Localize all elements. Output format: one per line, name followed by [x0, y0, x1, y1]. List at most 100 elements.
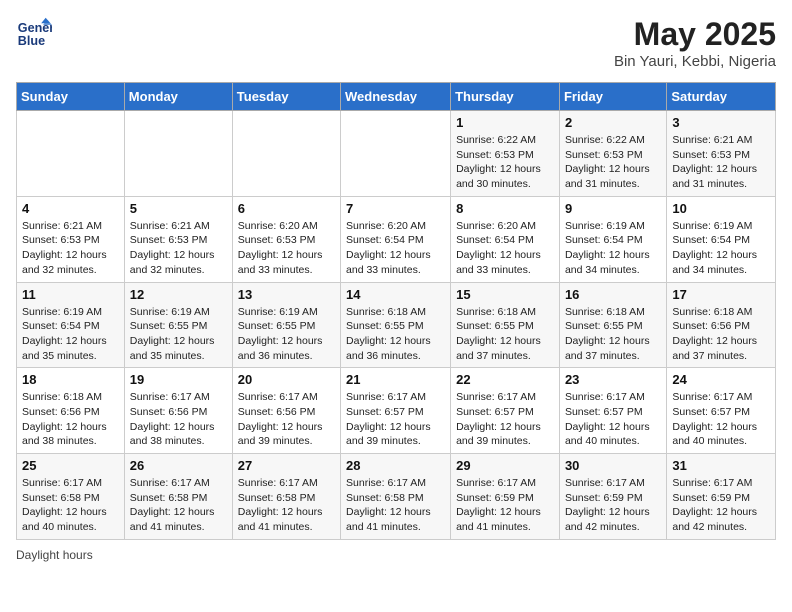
- day-cell: 2Sunrise: 6:22 AM Sunset: 6:53 PM Daylig…: [559, 111, 666, 197]
- day-number: 17: [672, 287, 770, 302]
- day-number: 16: [565, 287, 661, 302]
- col-header-friday: Friday: [559, 83, 666, 111]
- day-cell: 17 Sunrise: 6:18 AM Sunset: 6:56 PM Dayli…: [667, 282, 776, 368]
- day-cell: 27 Sunrise: 6:17 AM Sunset: 6:58 PM Dayli…: [232, 454, 340, 540]
- day-cell: 13 Sunrise: 6:19 AM Sunset: 6:55 PM Dayli…: [232, 282, 340, 368]
- day-cell: 15 Sunrise: 6:18 AM Sunset: 6:55 PM Dayli…: [451, 282, 560, 368]
- page-header: General Blue May 2025 Bin Yauri, Kebbi, …: [16, 16, 776, 70]
- day-info: Sunrise: 6:18 AM Sunset: 6:55 PM Dayligh…: [456, 305, 554, 364]
- day-info: Sunrise: 6:18 AM Sunset: 6:56 PM Dayligh…: [672, 305, 770, 364]
- calendar-table: SundayMondayTuesdayWednesdayThursdayFrid…: [16, 82, 776, 540]
- day-info: Sunrise: 6:21 AM Sunset: 6:53 PM Dayligh…: [22, 219, 119, 278]
- day-cell: 20 Sunrise: 6:17 AM Sunset: 6:56 PM Dayli…: [232, 368, 340, 454]
- col-header-tuesday: Tuesday: [232, 83, 340, 111]
- day-number: 15: [456, 287, 554, 302]
- day-info: Sunrise: 6:17 AM Sunset: 6:58 PM Dayligh…: [22, 476, 119, 535]
- day-cell: 16 Sunrise: 6:18 AM Sunset: 6:55 PM Dayli…: [559, 282, 666, 368]
- day-cell: 3 Sunrise: 6:21 AM Sunset: 6:53 PM Daylig…: [667, 111, 776, 197]
- day-info: Sunrise: 6:22 AM Sunset: 6:53 PM Dayligh…: [565, 133, 661, 192]
- day-cell: 23Sunrise: 6:17 AM Sunset: 6:57 PM Dayli…: [559, 368, 666, 454]
- day-cell: 18 Sunrise: 6:18 AM Sunset: 6:56 PM Dayli…: [17, 368, 125, 454]
- logo-icon: General Blue: [16, 16, 52, 52]
- week-row-5: 25 Sunrise: 6:17 AM Sunset: 6:58 PM Dayli…: [17, 454, 776, 540]
- day-info: Sunrise: 6:17 AM Sunset: 6:56 PM Dayligh…: [238, 390, 335, 449]
- col-header-saturday: Saturday: [667, 83, 776, 111]
- day-cell: [124, 111, 232, 197]
- day-number: 23: [565, 372, 661, 387]
- main-title: May 2025: [614, 16, 776, 53]
- daylight-label: Daylight hours: [16, 548, 93, 562]
- column-headers: SundayMondayTuesdayWednesdayThursdayFrid…: [17, 83, 776, 111]
- day-number: 31: [672, 458, 770, 473]
- day-cell: 21 Sunrise: 6:17 AM Sunset: 6:57 PM Dayli…: [341, 368, 451, 454]
- day-info: Sunrise: 6:20 AM Sunset: 6:54 PM Dayligh…: [456, 219, 554, 278]
- day-number: 9: [565, 201, 661, 216]
- day-info: Sunrise: 6:20 AM Sunset: 6:53 PM Dayligh…: [238, 219, 335, 278]
- day-info: Sunrise: 6:19 AM Sunset: 6:54 PM Dayligh…: [22, 305, 119, 364]
- svg-text:Blue: Blue: [18, 34, 45, 48]
- day-info: Sunrise: 6:17 AM Sunset: 6:58 PM Dayligh…: [346, 476, 445, 535]
- day-number: 6: [238, 201, 335, 216]
- footer-note: Daylight hours: [16, 548, 776, 562]
- day-cell: 11 Sunrise: 6:19 AM Sunset: 6:54 PM Dayli…: [17, 282, 125, 368]
- day-number: 5: [130, 201, 227, 216]
- week-row-2: 4 Sunrise: 6:21 AM Sunset: 6:53 PM Daylig…: [17, 196, 776, 282]
- day-cell: 5 Sunrise: 6:21 AM Sunset: 6:53 PM Daylig…: [124, 196, 232, 282]
- day-info: Sunrise: 6:19 AM Sunset: 6:54 PM Dayligh…: [672, 219, 770, 278]
- day-number: 19: [130, 372, 227, 387]
- day-info: Sunrise: 6:21 AM Sunset: 6:53 PM Dayligh…: [130, 219, 227, 278]
- day-number: 11: [22, 287, 119, 302]
- day-number: 12: [130, 287, 227, 302]
- day-cell: 22 Sunrise: 6:17 AM Sunset: 6:57 PM Dayli…: [451, 368, 560, 454]
- day-number: 18: [22, 372, 119, 387]
- week-row-4: 18 Sunrise: 6:18 AM Sunset: 6:56 PM Dayli…: [17, 368, 776, 454]
- day-number: 20: [238, 372, 335, 387]
- day-cell: 7Sunrise: 6:20 AM Sunset: 6:54 PM Daylig…: [341, 196, 451, 282]
- day-cell: 19Sunrise: 6:17 AM Sunset: 6:56 PM Dayli…: [124, 368, 232, 454]
- col-header-monday: Monday: [124, 83, 232, 111]
- day-info: Sunrise: 6:17 AM Sunset: 6:57 PM Dayligh…: [346, 390, 445, 449]
- title-block: May 2025 Bin Yauri, Kebbi, Nigeria: [614, 16, 776, 70]
- day-number: 26: [130, 458, 227, 473]
- day-info: Sunrise: 6:18 AM Sunset: 6:55 PM Dayligh…: [346, 305, 445, 364]
- day-number: 13: [238, 287, 335, 302]
- day-cell: [17, 111, 125, 197]
- day-number: 25: [22, 458, 119, 473]
- day-info: Sunrise: 6:19 AM Sunset: 6:54 PM Dayligh…: [565, 219, 661, 278]
- day-cell: 1Sunrise: 6:22 AM Sunset: 6:53 PM Daylig…: [451, 111, 560, 197]
- day-cell: 25 Sunrise: 6:17 AM Sunset: 6:58 PM Dayli…: [17, 454, 125, 540]
- day-number: 3: [672, 115, 770, 130]
- day-number: 22: [456, 372, 554, 387]
- day-info: Sunrise: 6:17 AM Sunset: 6:57 PM Dayligh…: [456, 390, 554, 449]
- day-number: 27: [238, 458, 335, 473]
- day-number: 21: [346, 372, 445, 387]
- week-row-1: 1 Sunrise: 6:22 AM Sunset: 6:53 PM Daylig…: [17, 111, 776, 197]
- day-cell: 31 Sunrise: 6:17 AM Sunset: 6:59 PM Dayli…: [667, 454, 776, 540]
- logo: General Blue: [16, 16, 52, 52]
- day-info: Sunrise: 6:17 AM Sunset: 6:58 PM Dayligh…: [238, 476, 335, 535]
- day-info: Sunrise: 6:19 AM Sunset: 6:55 PM Dayligh…: [130, 305, 227, 364]
- day-number: 28: [346, 458, 445, 473]
- day-number: 7: [346, 201, 445, 216]
- day-number: 4: [22, 201, 119, 216]
- day-info: Sunrise: 6:19 AM Sunset: 6:55 PM Dayligh…: [238, 305, 335, 364]
- day-info: Sunrise: 6:17 AM Sunset: 6:59 PM Dayligh…: [565, 476, 661, 535]
- day-info: Sunrise: 6:18 AM Sunset: 6:56 PM Dayligh…: [22, 390, 119, 449]
- day-info: Sunrise: 6:18 AM Sunset: 6:55 PM Dayligh…: [565, 305, 661, 364]
- col-header-wednesday: Wednesday: [341, 83, 451, 111]
- day-number: 1: [456, 115, 554, 130]
- day-number: 30: [565, 458, 661, 473]
- day-number: 24: [672, 372, 770, 387]
- day-info: Sunrise: 6:17 AM Sunset: 6:59 PM Dayligh…: [672, 476, 770, 535]
- day-cell: 14Sunrise: 6:18 AM Sunset: 6:55 PM Dayli…: [341, 282, 451, 368]
- day-info: Sunrise: 6:17 AM Sunset: 6:57 PM Dayligh…: [672, 390, 770, 449]
- day-number: 10: [672, 201, 770, 216]
- day-cell: 28 Sunrise: 6:17 AM Sunset: 6:58 PM Dayli…: [341, 454, 451, 540]
- day-number: 29: [456, 458, 554, 473]
- day-number: 8: [456, 201, 554, 216]
- day-cell: 10 Sunrise: 6:19 AM Sunset: 6:54 PM Dayli…: [667, 196, 776, 282]
- day-cell: [341, 111, 451, 197]
- day-cell: 26Sunrise: 6:17 AM Sunset: 6:58 PM Dayli…: [124, 454, 232, 540]
- subtitle: Bin Yauri, Kebbi, Nigeria: [614, 53, 776, 70]
- day-info: Sunrise: 6:21 AM Sunset: 6:53 PM Dayligh…: [672, 133, 770, 192]
